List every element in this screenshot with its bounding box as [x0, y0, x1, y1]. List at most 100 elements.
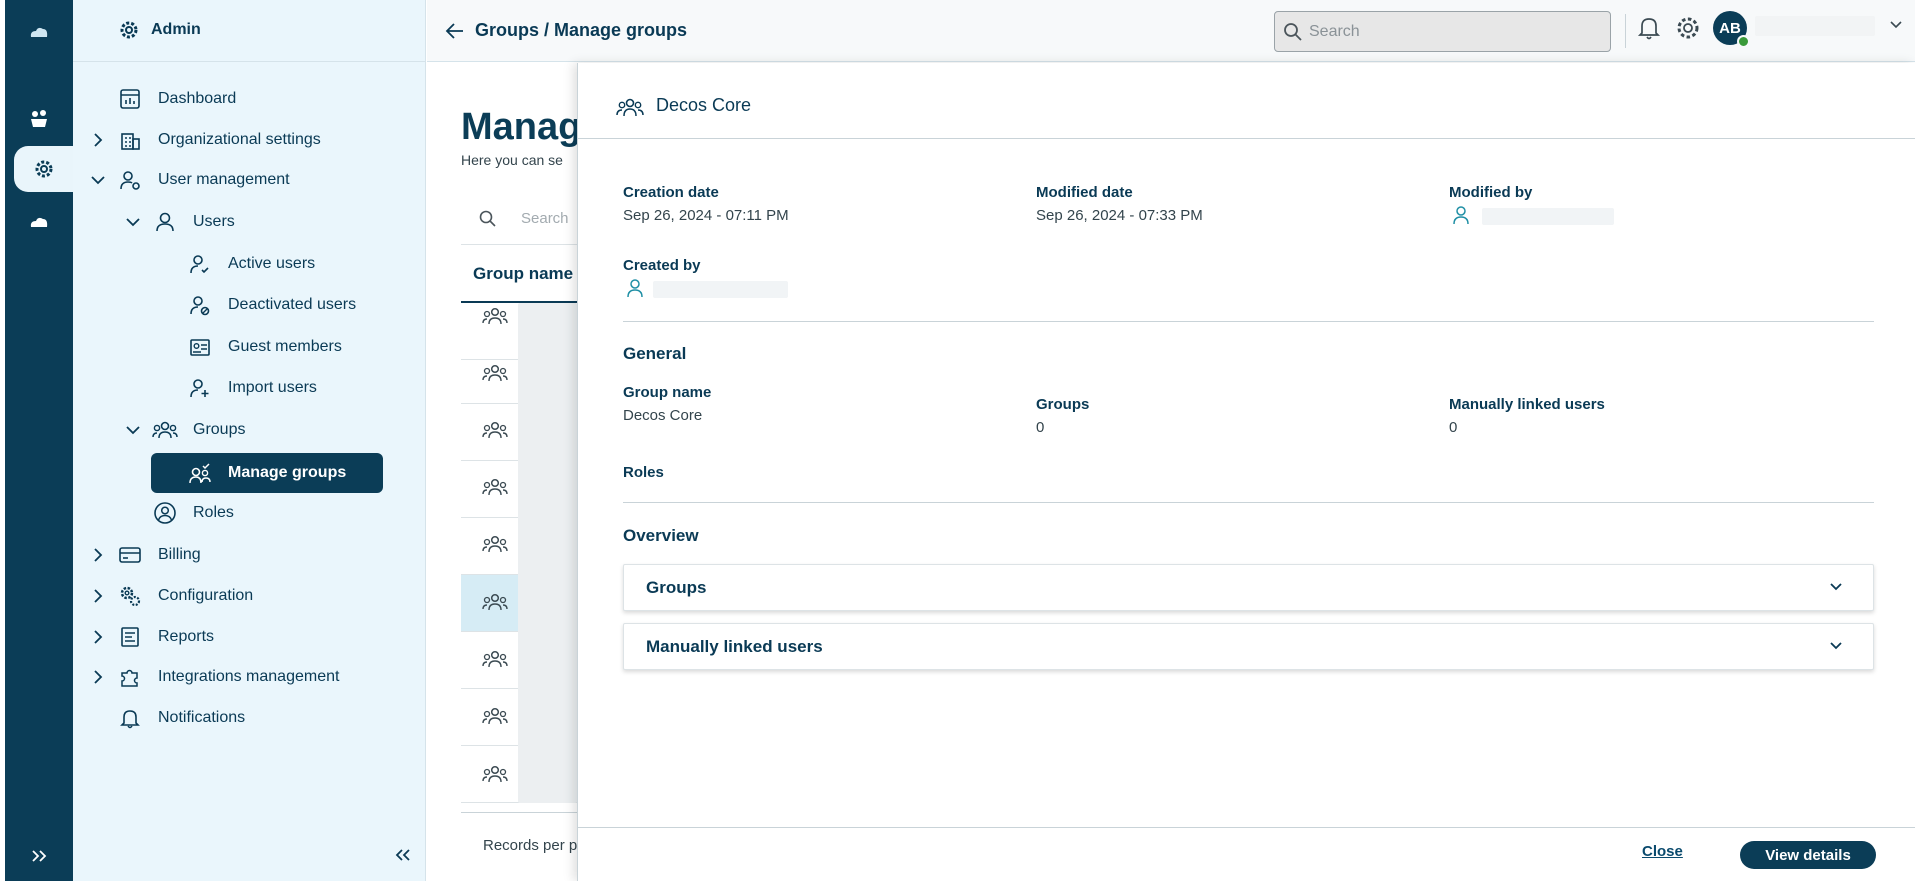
- created-by-label: Created by: [623, 257, 701, 274]
- group-detail-panel: Decos Core Creation date Sep 26, 2024 - …: [577, 63, 1915, 881]
- page-subtitle: Here you can se: [461, 152, 563, 168]
- group-names-redacted: [518, 303, 577, 803]
- sidebar-item-dashboard[interactable]: Dashboard: [73, 80, 426, 118]
- sidebar-item-roles[interactable]: Roles: [73, 494, 426, 532]
- chevron-right-icon[interactable]: [90, 629, 106, 645]
- search-icon: [479, 210, 497, 228]
- sidebar-item-users[interactable]: Users: [73, 203, 426, 241]
- divider: [461, 244, 581, 245]
- modified-date-value: Sep 26, 2024 - 07:33 PM: [1036, 207, 1203, 224]
- chevron-down-icon: [1830, 642, 1842, 650]
- user-circle-icon: [152, 500, 178, 526]
- chevron-down-icon[interactable]: [1889, 20, 1903, 30]
- sidebar-item-label: Users: [193, 213, 235, 230]
- close-button[interactable]: Close: [1642, 843, 1683, 860]
- expand-rail-icon[interactable]: [5, 832, 73, 880]
- group-icon: [482, 306, 508, 326]
- footer-divider: [578, 827, 1915, 828]
- bell-icon: [117, 705, 143, 731]
- creation-date-label: Creation date: [623, 184, 719, 201]
- sidebar-item-reports[interactable]: Reports: [73, 618, 426, 656]
- sidebar-item-label: Manage groups: [228, 464, 347, 481]
- chevron-right-icon[interactable]: [90, 547, 106, 563]
- gear-icon[interactable]: [1675, 15, 1701, 41]
- chevron-down-icon[interactable]: [90, 172, 106, 188]
- accordion-groups[interactable]: Groups: [623, 564, 1874, 611]
- chevron-right-icon[interactable]: [90, 588, 106, 604]
- puzzle-icon: [117, 664, 143, 690]
- accordion-users-label: Manually linked users: [646, 637, 823, 656]
- sidebar-item-label: Organizational settings: [158, 131, 321, 148]
- view-details-button[interactable]: View details: [1740, 841, 1876, 869]
- search-input[interactable]: Search: [1274, 11, 1611, 52]
- sidebar-item-import-users[interactable]: Import users: [73, 369, 426, 407]
- chevron-down-icon: [1830, 583, 1842, 591]
- group-icon: [482, 764, 508, 784]
- cloud-sync-icon[interactable]: [5, 198, 73, 246]
- roles-label: Roles: [623, 464, 664, 481]
- user-add-icon: [187, 375, 213, 401]
- group-name-label: Group name: [623, 384, 712, 401]
- sidebar-item-deactivated-users[interactable]: Deactivated users: [73, 286, 426, 324]
- created-by-redacted: [653, 281, 788, 298]
- user-settings-icon: [117, 167, 143, 193]
- back-arrow-icon[interactable]: [445, 22, 465, 40]
- sidebar-item-label: Roles: [193, 504, 234, 521]
- search-placeholder: Search: [1309, 23, 1360, 40]
- collapse-sidebar-icon[interactable]: [394, 848, 412, 862]
- chevron-right-icon[interactable]: [90, 669, 106, 685]
- group-icon: [482, 420, 508, 440]
- admin-settings-icon[interactable]: [14, 146, 73, 192]
- manually-linked-value: 0: [1449, 419, 1458, 436]
- group-icon: [482, 592, 508, 612]
- user-name-redacted: [1755, 16, 1875, 36]
- divider: [578, 138, 1915, 139]
- modified-date-label: Modified date: [1036, 184, 1133, 201]
- avatar[interactable]: AB: [1713, 11, 1750, 48]
- column-header-group-name[interactable]: Group name: [473, 264, 573, 284]
- sidebar-item-organizational-settings[interactable]: Organizational settings: [73, 121, 426, 159]
- divider: [623, 502, 1874, 503]
- id-card-icon: [187, 334, 213, 360]
- chevron-right-icon[interactable]: [90, 132, 106, 148]
- general-heading: General: [623, 344, 687, 363]
- sidebar-item-guest-members[interactable]: Guest members: [73, 328, 426, 366]
- sidebar-item-label: Reports: [158, 628, 215, 645]
- user-icon: [1451, 205, 1471, 225]
- groups-count-label: Groups: [1036, 396, 1090, 413]
- chevron-down-icon[interactable]: [125, 422, 141, 438]
- table-row: [461, 803, 581, 813]
- sidebar-item-label: Import users: [228, 379, 317, 396]
- gear-icon: [117, 18, 141, 42]
- group-icon: [616, 96, 644, 118]
- app-rail: [5, 0, 73, 881]
- breadcrumb[interactable]: Groups / Manage groups: [475, 20, 687, 41]
- overview-heading: Overview: [623, 526, 699, 545]
- sidebar-item-notifications[interactable]: Notifications: [73, 699, 426, 737]
- cloud-logo-icon[interactable]: [5, 8, 73, 56]
- sidebar-item-manage-groups[interactable]: Manage groups: [151, 453, 383, 493]
- credit-card-icon: [117, 542, 143, 568]
- sidebar-item-user-management[interactable]: User management: [73, 161, 426, 199]
- group-icon: [482, 477, 508, 497]
- accordion-manually-linked-users[interactable]: Manually linked users: [623, 623, 1874, 670]
- user-icon: [625, 278, 645, 298]
- bell-icon[interactable]: [1637, 15, 1661, 41]
- accordion-groups-label: Groups: [646, 578, 707, 597]
- sidebar-item-configuration[interactable]: Configuration: [73, 577, 426, 615]
- group-icon: [152, 417, 178, 443]
- groups-count-value: 0: [1036, 419, 1045, 436]
- sidebar-item-groups[interactable]: Groups: [73, 411, 426, 449]
- workspace-icon[interactable]: [5, 94, 73, 142]
- table-search-input[interactable]: Search: [521, 210, 569, 227]
- sidebar-item-label: Configuration: [158, 587, 254, 604]
- user-icon: [152, 209, 178, 235]
- search-icon: [1284, 23, 1302, 41]
- sidebar-item-integrations-management[interactable]: Integrations management: [73, 658, 426, 696]
- sidebar-item-active-users[interactable]: Active users: [73, 245, 426, 283]
- divider: [623, 321, 1874, 322]
- sidebar-item-billing[interactable]: Billing: [73, 536, 426, 574]
- modified-by-redacted: [1482, 208, 1614, 225]
- user-check-icon: [187, 251, 213, 277]
- chevron-down-icon[interactable]: [125, 214, 141, 230]
